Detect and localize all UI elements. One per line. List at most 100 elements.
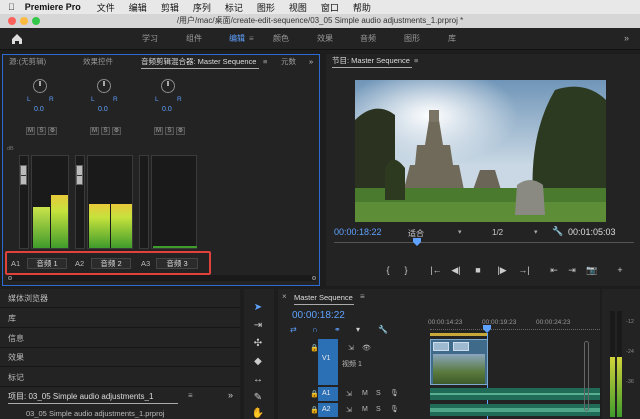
workspace-menu-icon[interactable]: ≡: [249, 34, 254, 43]
more-tabs-icon[interactable]: »: [309, 55, 313, 69]
pen-tool-icon[interactable]: ✎: [250, 391, 266, 405]
home-icon[interactable]: [10, 32, 24, 46]
resolution-dropdown-arrow-icon[interactable]: ▾: [534, 228, 538, 236]
menu-help[interactable]: 帮助: [353, 1, 371, 14]
linked-selection-icon[interactable]: ⚭: [334, 325, 341, 334]
keyframe-button[interactable]: ⚙: [48, 127, 57, 135]
panel-menu-icon[interactable]: ≡: [360, 292, 365, 301]
a2-source-patch[interactable]: A2: [318, 403, 338, 417]
channel-name-a3[interactable]: 音频 3: [156, 258, 198, 269]
solo-button[interactable]: S: [101, 127, 110, 135]
pan-value[interactable]: 0.0: [162, 106, 172, 113]
a2-mic-icon[interactable]: 🎙: [390, 405, 399, 413]
snap-icon[interactable]: ∩: [312, 325, 318, 334]
keyframe-button[interactable]: ⚙: [112, 127, 121, 135]
playhead-marker-icon[interactable]: [413, 238, 421, 246]
mute-button[interactable]: M: [154, 127, 163, 135]
timeline-settings-icon[interactable]: 🔧: [378, 325, 388, 334]
export-frame-icon[interactable]: 📷: [586, 265, 598, 276]
solo-button[interactable]: S: [165, 127, 174, 135]
a1-solo-button[interactable]: S: [376, 390, 381, 397]
mark-out-button[interactable]: }: [400, 265, 412, 275]
extract-button[interactable]: ⇥: [566, 265, 578, 276]
menu-marker[interactable]: 标记: [225, 1, 243, 14]
workspace-tab-assembly[interactable]: 组件: [186, 28, 202, 50]
audio-clip-a2[interactable]: [430, 404, 600, 416]
add-marker-icon[interactable]: ▾: [356, 325, 360, 334]
step-forward-button[interactable]: |▶: [496, 265, 508, 276]
menu-graphics[interactable]: 图形: [257, 1, 275, 14]
keyframe-button[interactable]: ⚙: [176, 127, 185, 135]
work-area-bar[interactable]: [430, 333, 488, 336]
a1-mute-button[interactable]: M: [362, 390, 368, 397]
workspace-tab-effects[interactable]: 效果: [317, 28, 333, 50]
a2-sync-icon[interactable]: ⇲: [346, 406, 352, 414]
add-button-icon[interactable]: +: [614, 265, 626, 275]
more-tabs-icon[interactable]: »: [228, 390, 233, 400]
v1-eye-icon[interactable]: 👁: [362, 344, 371, 352]
pan-knob[interactable]: [97, 79, 111, 93]
step-back-button[interactable]: ◀|: [450, 265, 462, 276]
program-monitor-title[interactable]: 节目: Master Sequence: [332, 54, 410, 68]
mixer-scrollbar[interactable]: [7, 275, 317, 281]
timeline-vertical-scrollbar[interactable]: [584, 341, 589, 411]
workspace-tab-libraries[interactable]: 库: [448, 28, 456, 50]
nest-toggle-icon[interactable]: ⇄: [290, 325, 297, 334]
go-to-in-button[interactable]: |←: [430, 265, 442, 275]
close-window-button[interactable]: [8, 17, 16, 25]
tab-metadata[interactable]: 元数: [281, 55, 296, 69]
volume-fader[interactable]: [20, 165, 27, 185]
track-select-tool-icon[interactable]: ⇥: [250, 319, 266, 333]
menu-file[interactable]: 文件: [97, 1, 115, 14]
mute-button[interactable]: M: [26, 127, 35, 135]
channel-name-a1[interactable]: 音频 1: [27, 258, 67, 269]
scrub-bar[interactable]: [334, 242, 634, 243]
pan-value[interactable]: 0.0: [34, 106, 44, 113]
markers-tab[interactable]: 标记: [8, 372, 24, 383]
menu-clip[interactable]: 剪辑: [161, 1, 179, 14]
timeline-sequence-tab[interactable]: Master Sequence: [294, 293, 353, 302]
a1-sync-icon[interactable]: ⇲: [346, 390, 352, 398]
effects-tab[interactable]: 效果: [8, 352, 24, 363]
project-tab[interactable]: 项目: 03_05 Simple audio adjustments_1: [8, 391, 153, 402]
menu-view[interactable]: 视图: [289, 1, 307, 14]
close-tab-icon[interactable]: ×: [282, 292, 287, 301]
a2-solo-button[interactable]: S: [376, 406, 381, 413]
pan-knob[interactable]: [33, 79, 47, 93]
panel-menu-icon[interactable]: ≡: [414, 54, 418, 68]
workspace-tab-audio[interactable]: 音频: [360, 28, 376, 50]
menu-window[interactable]: 窗口: [321, 1, 339, 14]
a1-source-patch[interactable]: A1: [318, 387, 338, 401]
audio-clip-a1[interactable]: [430, 388, 600, 400]
playback-resolution-dropdown[interactable]: 1/2: [492, 228, 503, 237]
wrench-icon[interactable]: 🔧: [552, 226, 563, 237]
app-menu[interactable]: Premiere Pro: [25, 2, 81, 12]
workspace-tab-graphics[interactable]: 图形: [404, 28, 420, 50]
menu-edit[interactable]: 编辑: [129, 1, 147, 14]
zoom-window-button[interactable]: [32, 17, 40, 25]
pan-value[interactable]: 0.0: [98, 106, 108, 113]
razor-tool-icon[interactable]: ◆: [250, 355, 266, 369]
libraries-tab[interactable]: 库: [8, 313, 16, 324]
timeline-playhead-icon[interactable]: [483, 325, 491, 333]
solo-button[interactable]: S: [37, 127, 46, 135]
timeline-timecode[interactable]: 00:00:18:22: [292, 310, 345, 321]
info-tab[interactable]: 信息: [8, 333, 24, 344]
panel-menu-icon[interactable]: ≡: [263, 55, 267, 69]
tab-audio-clip-mixer[interactable]: 音频剪辑混合器: Master Sequence: [141, 55, 256, 69]
workspace-tab-color[interactable]: 颜色: [273, 28, 289, 50]
video-clip[interactable]: [430, 339, 488, 385]
mark-in-button[interactable]: {: [382, 265, 394, 275]
workspace-tab-editing[interactable]: 编辑: [229, 28, 245, 50]
slip-tool-icon[interactable]: ↔: [250, 373, 266, 387]
workspace-tab-learn[interactable]: 学习: [142, 28, 158, 50]
ripple-edit-tool-icon[interactable]: ✣: [250, 337, 266, 351]
a2-mute-button[interactable]: M: [362, 406, 368, 413]
menu-sequence[interactable]: 序列: [193, 1, 211, 14]
v1-sync-icon[interactable]: ⇲: [348, 344, 354, 352]
minimize-window-button[interactable]: [20, 17, 28, 25]
stop-button[interactable]: ■: [472, 265, 484, 275]
hand-tool-icon[interactable]: ✋: [250, 407, 266, 419]
v1-source-patch[interactable]: V1: [318, 339, 338, 385]
playhead-timecode[interactable]: 00:00:18:22: [334, 227, 382, 237]
